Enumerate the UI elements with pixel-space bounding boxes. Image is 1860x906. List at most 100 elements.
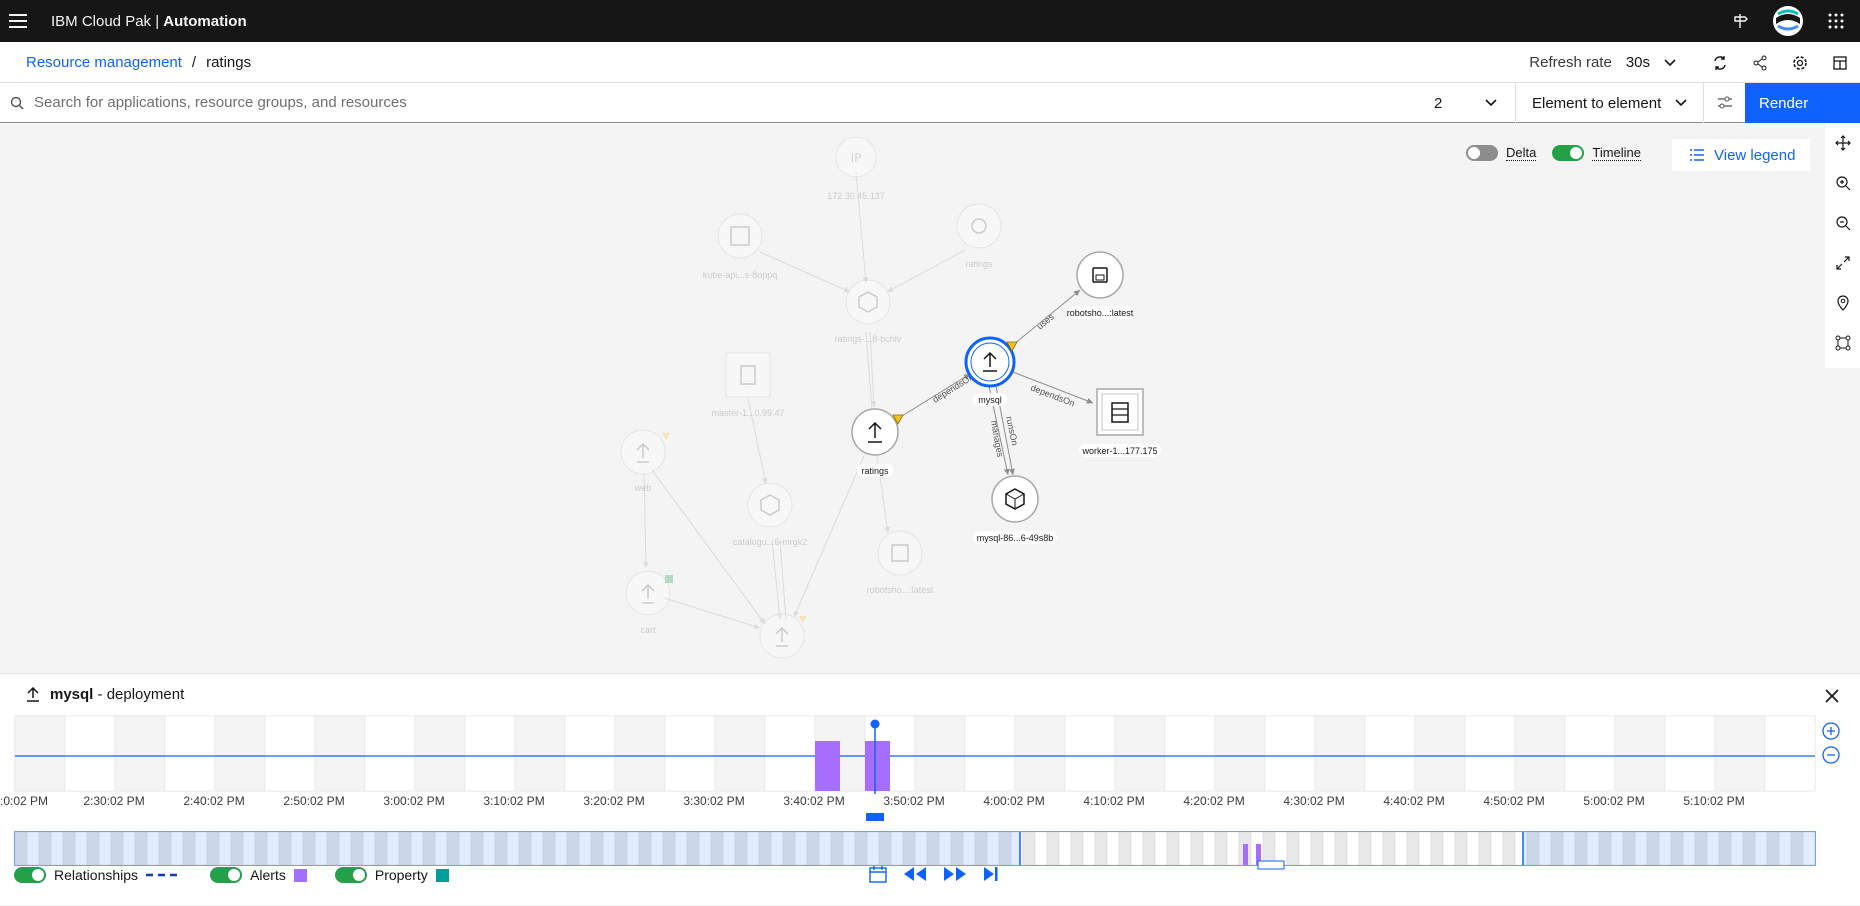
overview-alert: [1243, 844, 1248, 865]
zoom-out-icon[interactable]: [1825, 203, 1860, 243]
time-tick: 4:50:02 PM: [1483, 794, 1545, 808]
overview-cell: [1322, 831, 1336, 866]
alerts-label: Alerts: [250, 867, 286, 883]
delta-toggle[interactable]: Delta: [1466, 145, 1537, 161]
timeline-zoom-controls: [1822, 722, 1840, 764]
calendar-icon[interactable]: [868, 864, 888, 884]
faded-node-kube-api: kube-api...s-8nppq: [703, 213, 778, 280]
overview-cell: [1058, 831, 1072, 866]
overview-cell: [1118, 831, 1132, 866]
overview-cell: [1418, 831, 1432, 866]
location-icon[interactable]: [1825, 283, 1860, 323]
overview-cell: [1022, 831, 1036, 866]
timeline-cursor-handle: [870, 719, 880, 729]
overview-cell: [1106, 831, 1120, 866]
relationships-label: Relationships: [54, 867, 139, 883]
menu-icon[interactable]: [1, 0, 35, 42]
timeline-cell: [964, 715, 1016, 792]
node-mysql-pod[interactable]: mysql-86...6-49s8b: [973, 475, 1057, 544]
resource-detail-panel: mysql - deployment:0:02 PM 2:30:02 PM 2…: [0, 673, 1860, 905]
share-icon[interactable]: [1740, 42, 1780, 83]
faded-node-ip: IP 172.30.45.137: [827, 136, 885, 201]
timeline-label: Timeline: [1592, 145, 1642, 161]
time-tick: 3:10:02 PM: [483, 794, 545, 808]
user-avatar[interactable]: [1764, 0, 1812, 42]
property-toggle[interactable]: [334, 867, 367, 883]
rewind-icon[interactable]: [902, 865, 928, 883]
breadcrumb-resource-management[interactable]: Resource management: [26, 54, 182, 71]
overview-cell: [1394, 831, 1408, 866]
view-legend-button[interactable]: View legend: [1672, 139, 1810, 171]
overview-cell: [1142, 831, 1156, 866]
time-tick: 3:40:02 PM: [783, 794, 845, 808]
overview-cell: [1346, 831, 1360, 866]
refresh-rate-dropdown[interactable]: 30s: [1626, 54, 1676, 71]
node-worker[interactable]: worker-1...177.175: [1079, 388, 1161, 457]
alerts-toggle[interactable]: [210, 867, 243, 883]
search-input[interactable]: [34, 83, 1414, 122]
overview-cell: [1490, 831, 1504, 866]
timeline-switch[interactable]: [1552, 145, 1585, 161]
timeline-cell: [664, 715, 716, 792]
layout-icon[interactable]: [1820, 42, 1860, 83]
zoom-in-icon[interactable]: [1822, 722, 1840, 740]
skip-to-end-icon[interactable]: [982, 865, 1000, 883]
faded-node-catalogue: catalogu...6-mrgk2: [733, 482, 807, 547]
zoom-in-icon[interactable]: [1825, 163, 1860, 203]
settings-icon[interactable]: [1780, 42, 1820, 83]
timeline-cell: [1264, 715, 1316, 792]
delta-switch[interactable]: [1466, 145, 1498, 161]
overview-cell: [1034, 831, 1048, 866]
timeline-cell: [1464, 715, 1516, 792]
relationships-toggle[interactable]: [14, 867, 46, 883]
faded-node-cart: cart: [625, 570, 673, 635]
timeline-toggle[interactable]: Timeline: [1552, 145, 1642, 161]
overview-cell: [1070, 831, 1084, 866]
timeline-cell: [1614, 715, 1666, 792]
fast-forward-icon[interactable]: [942, 865, 968, 883]
timeline-cell: [1564, 715, 1616, 792]
overview-cell: [1334, 831, 1348, 866]
dashed-line-icon: [146, 873, 183, 877]
timeline-cell: [14, 715, 66, 792]
playback-controls: [868, 864, 1000, 884]
timeline-cell: [264, 715, 316, 792]
overview-cell: [1298, 831, 1312, 866]
hop-type-dropdown[interactable]: Element to element: [1515, 83, 1703, 123]
refresh-icon[interactable]: [1700, 42, 1740, 83]
filter-settings-icon[interactable]: [1703, 83, 1745, 123]
topology-canvas[interactable]: IP 172.30.45.137 kube-api...s-8nppq ratin…: [0, 123, 1825, 673]
fit-to-screen-icon[interactable]: [1825, 243, 1860, 283]
overview-cell: [1466, 831, 1480, 866]
timeline-cell: [1064, 715, 1116, 792]
overview-cell: [1478, 831, 1492, 866]
pan-icon[interactable]: [1825, 123, 1860, 163]
time-tick: 5:00:02 PM: [1583, 794, 1645, 808]
alert-bar: [815, 741, 840, 791]
render-button[interactable]: Render: [1745, 83, 1860, 123]
node-robotshop-image[interactable]: robotsho...:latest: [1067, 251, 1134, 319]
timeline-cell: [614, 715, 666, 792]
product-name[interactable]: IBM Cloud Pak | Automation: [51, 13, 247, 30]
guide-icon[interactable]: [1716, 0, 1764, 42]
hops-dropdown[interactable]: 2: [1420, 83, 1515, 123]
node-mysql[interactable]: mysql: [964, 336, 1018, 406]
list-icon: [1690, 149, 1704, 161]
app-switcher-icon[interactable]: [1812, 0, 1860, 42]
timeline-cell: [1314, 715, 1366, 792]
timeline-cell: [714, 715, 766, 792]
timeline-cell: [564, 715, 616, 792]
layout-graph-icon[interactable]: [1825, 323, 1860, 363]
time-tick: 4:10:02 PM: [1083, 794, 1145, 808]
faded-node-label: master-1...0.99.47: [711, 408, 784, 418]
timeline-cell: [214, 715, 266, 792]
property-label: Property: [374, 867, 428, 883]
overview-cell: [1046, 831, 1060, 866]
edge-label: dependsOn: [1029, 383, 1076, 409]
node-ratings[interactable]: ratings: [851, 408, 904, 477]
node-label: mysql: [978, 395, 1002, 405]
time-tick: 3:20:02 PM: [583, 794, 645, 808]
faded-node-label: web: [634, 483, 652, 493]
faded-node-label: kube-api...s-8nppq: [703, 270, 778, 280]
zoom-out-icon[interactable]: [1822, 746, 1840, 764]
